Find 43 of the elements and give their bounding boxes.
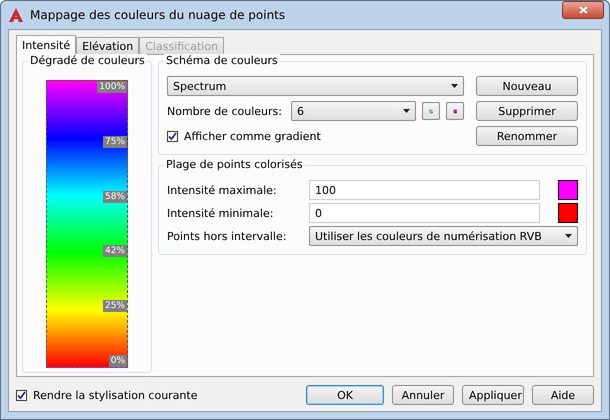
dialog-button[interactable]: Aide — [532, 385, 594, 405]
dialog-button[interactable]: Appliquer — [462, 385, 524, 405]
input-field[interactable]: 0 — [309, 203, 540, 223]
dialog-button[interactable]: OK — [306, 385, 384, 405]
app-logo-icon — [8, 7, 24, 23]
gradient-label: 58% — [102, 190, 127, 203]
gradient-label: 100% — [97, 81, 127, 93]
checkbox[interactable] — [16, 390, 27, 400]
action-button[interactable]: Supprimer — [476, 101, 578, 121]
color-swatch[interactable] — [558, 203, 578, 223]
count-label: Nombre de couleurs: — [167, 104, 283, 118]
group-title: Schéma de couleurs — [164, 54, 280, 67]
outside-range-dropdown[interactable]: Utiliser les couleurs de numérisation RVB — [309, 226, 578, 246]
reverse-button[interactable] — [422, 102, 440, 120]
dropdown-arrow-icon — [565, 234, 572, 238]
scheme-dropdown[interactable]: Spectrum — [167, 76, 464, 96]
dropdown-arrow-icon — [403, 109, 410, 113]
gradient-label: 75% — [102, 136, 127, 148]
gradient-label: 42% — [102, 245, 127, 258]
field-label: Intensité maximale: — [167, 184, 278, 196]
count-dropdown[interactable]: 6 — [291, 101, 416, 121]
window-title: Mappage des couleurs du nuage de points — [30, 8, 286, 22]
checkbox[interactable] — [167, 130, 178, 142]
color-edit-button[interactable] — [446, 102, 464, 120]
checkbox-label: Rendre la stylisation courante — [33, 388, 198, 402]
close-icon — [578, 6, 588, 14]
group-title: Dégradé de couleurs — [28, 54, 147, 67]
tab[interactable]: Intensité — [16, 35, 76, 55]
close-button[interactable] — [562, 1, 604, 19]
color-swatch[interactable] — [558, 180, 578, 200]
field-label: Intensité minimale: — [167, 206, 274, 220]
checkbox-label: Afficher comme gradient — [184, 130, 321, 142]
action-button[interactable]: Renommer — [476, 126, 578, 146]
swap-arrows-icon — [429, 106, 433, 116]
dialog-button[interactable]: Annuler — [392, 385, 454, 405]
gradient-label: 0% — [108, 354, 127, 367]
group-title: Plage de points colorisés — [164, 158, 305, 171]
input-field[interactable]: 100 — [309, 180, 540, 200]
action-button[interactable]: Nouveau — [476, 76, 578, 96]
dropdown-arrow-icon — [451, 84, 458, 88]
field-label: Points hors intervalle: — [167, 230, 288, 242]
gradient-label: 25% — [102, 300, 127, 312]
tab[interactable]: Elévation — [76, 37, 140, 54]
